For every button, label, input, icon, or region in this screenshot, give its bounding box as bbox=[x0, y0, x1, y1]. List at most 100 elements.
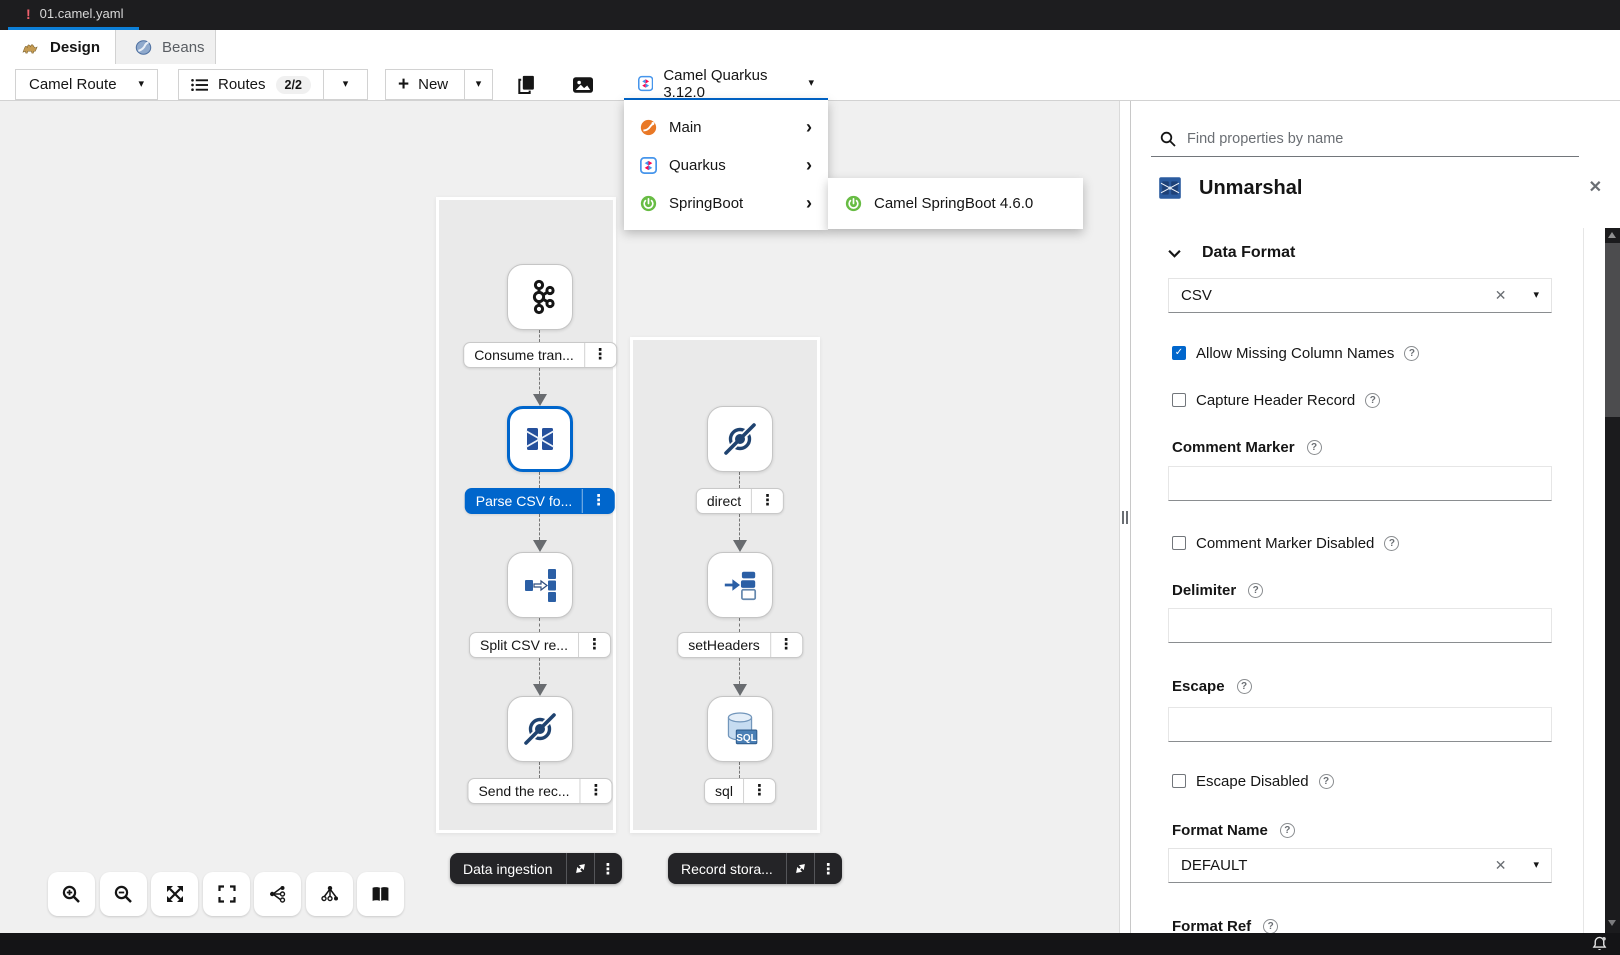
notifications-button[interactable] bbox=[1592, 936, 1607, 955]
group-kebab-button[interactable]: ⋮ bbox=[814, 853, 842, 884]
help-icon[interactable]: ? bbox=[1263, 919, 1278, 934]
clear-icon[interactable]: ✕ bbox=[1495, 857, 1507, 874]
node-kafka[interactable] bbox=[507, 264, 573, 330]
tab-design-label: Design bbox=[50, 39, 100, 56]
format-name-select[interactable]: DEFAULT ✕ ▾ bbox=[1168, 848, 1552, 883]
node-label-send[interactable]: Send the rec... ⋮ bbox=[467, 778, 612, 804]
open-catalog-button[interactable] bbox=[357, 872, 404, 916]
node-label-text: Split CSV re... bbox=[470, 637, 578, 653]
file-tab[interactable]: ! 01.camel.yaml bbox=[8, 0, 139, 30]
kebab-menu-icon[interactable]: ⋮ bbox=[743, 779, 775, 803]
properties-search-input[interactable] bbox=[1187, 131, 1579, 147]
delimiter-input[interactable] bbox=[1168, 608, 1552, 643]
help-icon[interactable]: ? bbox=[1384, 536, 1399, 551]
new-label: New bbox=[418, 76, 448, 93]
runtime-menu-item-quarkus[interactable]: Quarkus › bbox=[624, 146, 828, 184]
group-label-record-storage[interactable]: Record stora... ⋮ bbox=[668, 853, 842, 884]
dsl-selector-button[interactable]: Camel Route ▾ bbox=[15, 69, 158, 100]
route-list-button[interactable]: Routes 2/2 bbox=[179, 70, 323, 99]
node-label-split[interactable]: Split CSV re... ⋮ bbox=[469, 632, 611, 658]
svg-text:SQL: SQL bbox=[736, 733, 757, 744]
clear-icon[interactable]: ✕ bbox=[1495, 287, 1507, 304]
group-kebab-button[interactable]: ⋮ bbox=[594, 853, 622, 884]
runtime-selector-toggle[interactable]: Camel Quarkus 3.12.0 ▾ bbox=[624, 69, 828, 101]
reset-view-button[interactable] bbox=[203, 872, 250, 916]
zoom-in-button[interactable] bbox=[48, 872, 95, 916]
field-escape-disabled: Escape Disabled ? bbox=[1172, 773, 1552, 789]
checkbox[interactable] bbox=[1172, 393, 1186, 407]
node-sql[interactable]: SQL bbox=[707, 696, 773, 762]
help-icon[interactable]: ? bbox=[1319, 774, 1334, 789]
kebab-menu-icon[interactable]: ⋮ bbox=[751, 489, 783, 513]
tab-beans[interactable]: Beans bbox=[115, 30, 216, 64]
new-route-button[interactable]: + New bbox=[386, 70, 464, 99]
node-label-consume[interactable]: Consume tran... ⋮ bbox=[463, 342, 617, 368]
runtime-submenu-item-camel-springboot[interactable]: Camel SpringBoot 4.6.0 bbox=[828, 178, 1083, 229]
kebab-menu-icon[interactable]: ⋮ bbox=[582, 489, 614, 513]
chevron-down-icon bbox=[1168, 249, 1181, 258]
node-unmarshal[interactable] bbox=[507, 406, 573, 472]
vertical-layout-button[interactable] bbox=[306, 872, 353, 916]
scroll-down-arrow-icon[interactable] bbox=[1608, 920, 1616, 926]
kebab-menu-icon[interactable]: ⋮ bbox=[580, 779, 612, 803]
help-icon[interactable]: ? bbox=[1237, 679, 1252, 694]
kebab-menu-icon[interactable]: ⋮ bbox=[770, 633, 802, 657]
panel-scrollbar[interactable] bbox=[1605, 228, 1620, 933]
routes-dropdown-toggle[interactable]: ▾ bbox=[323, 70, 367, 99]
node-label-text: sql bbox=[705, 783, 743, 799]
collapse-group-button[interactable] bbox=[566, 853, 594, 884]
node-label-direct[interactable]: direct ⋮ bbox=[696, 488, 784, 514]
edge-arrowhead bbox=[533, 684, 547, 696]
scroll-area-edge bbox=[1583, 228, 1584, 933]
escape-input[interactable] bbox=[1168, 707, 1552, 742]
dataformat-select[interactable]: CSV ✕ ▾ bbox=[1168, 278, 1552, 313]
runtime-menu-item-springboot[interactable]: SpringBoot › bbox=[624, 184, 828, 222]
node-setheaders[interactable] bbox=[707, 552, 773, 618]
help-icon[interactable]: ? bbox=[1280, 823, 1295, 838]
zoom-out-button[interactable] bbox=[100, 872, 147, 916]
kebab-menu-icon[interactable]: ⋮ bbox=[578, 633, 610, 657]
export-image-button[interactable] bbox=[563, 69, 603, 100]
checkbox[interactable] bbox=[1172, 774, 1186, 788]
checkbox[interactable] bbox=[1172, 536, 1186, 550]
format-name-value: DEFAULT bbox=[1181, 857, 1495, 874]
chevron-right-icon: › bbox=[806, 194, 812, 212]
unmarshal-icon bbox=[1158, 176, 1182, 200]
node-label-sql[interactable]: sql ⋮ bbox=[704, 778, 776, 804]
node-label-unmarshal[interactable]: Parse CSV fo... ⋮ bbox=[465, 488, 615, 514]
node-label-setheaders[interactable]: setHeaders ⋮ bbox=[677, 632, 803, 658]
copy-flow-button[interactable] bbox=[506, 69, 546, 100]
node-send-direct[interactable] bbox=[507, 696, 573, 762]
panel-resize-splitter[interactable] bbox=[1119, 101, 1131, 933]
chevron-right-icon: › bbox=[806, 156, 812, 174]
close-panel-button[interactable]: ✕ bbox=[1589, 177, 1602, 197]
caret-down-icon: ▾ bbox=[138, 79, 144, 90]
node-label-text: direct bbox=[697, 493, 751, 509]
runtime-menu-item-main[interactable]: Main › bbox=[624, 108, 828, 146]
tab-design[interactable]: Design bbox=[0, 30, 115, 64]
section-data-format[interactable]: Data Format bbox=[1168, 242, 1552, 264]
tab-beans-label: Beans bbox=[162, 39, 205, 56]
camel-main-icon bbox=[640, 119, 657, 136]
node-direct[interactable] bbox=[707, 406, 773, 472]
quarkus-icon bbox=[638, 75, 653, 92]
help-icon[interactable]: ? bbox=[1248, 583, 1263, 598]
collapse-group-button[interactable] bbox=[786, 853, 814, 884]
scrollbar-thumb[interactable] bbox=[1605, 243, 1620, 417]
new-dropdown-toggle[interactable]: ▾ bbox=[464, 70, 492, 99]
fit-to-screen-button[interactable] bbox=[151, 872, 198, 916]
zoom-in-icon bbox=[62, 885, 81, 904]
layout-horizontal-icon bbox=[269, 885, 287, 903]
help-icon[interactable]: ? bbox=[1404, 346, 1419, 361]
file-tab-name: 01.camel.yaml bbox=[40, 6, 124, 21]
comment-marker-input[interactable] bbox=[1168, 466, 1552, 501]
kebab-menu-icon[interactable]: ⋮ bbox=[584, 343, 616, 367]
scroll-up-arrow-icon[interactable] bbox=[1608, 232, 1616, 238]
node-split[interactable] bbox=[507, 552, 573, 618]
help-icon[interactable]: ? bbox=[1307, 440, 1322, 455]
checkbox[interactable]: ✓ bbox=[1172, 346, 1186, 360]
kebab-menu-icon: ⋮ bbox=[821, 860, 836, 878]
group-label-data-ingestion[interactable]: Data ingestion ⋮ bbox=[450, 853, 622, 884]
horizontal-layout-button[interactable] bbox=[254, 872, 301, 916]
help-icon[interactable]: ? bbox=[1365, 393, 1380, 408]
